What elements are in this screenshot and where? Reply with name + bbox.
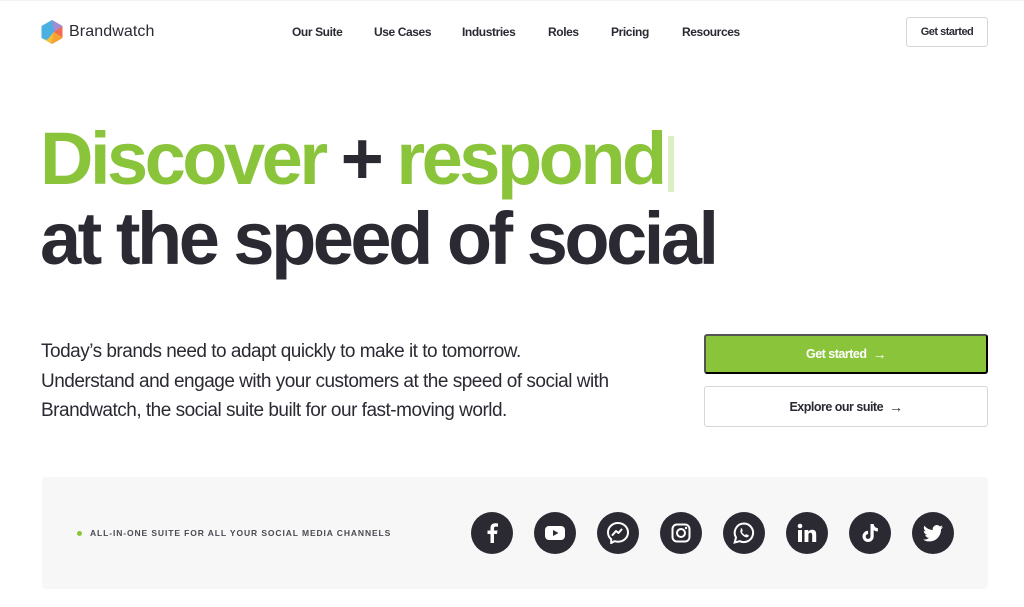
hero-get-started-button[interactable]: Get started →: [704, 334, 988, 374]
nav-item-industries[interactable]: Industries: [462, 25, 516, 39]
hero-description-line: Today’s brands need to adapt quickly to …: [41, 341, 521, 362]
typing-cursor: [667, 136, 674, 192]
twitter-icon[interactable]: [912, 512, 954, 554]
social-channels-panel: ALL-IN-ONE SUITE FOR ALL YOUR SOCIAL MED…: [42, 477, 988, 589]
hero-description-line: Brandwatch, the social suite built for o…: [41, 400, 507, 421]
nav-item-use-cases[interactable]: Use Cases: [374, 25, 432, 39]
arrow-right-icon: →: [889, 398, 903, 415]
site-header: Brandwatch Our Suite Use Cases Industrie…: [0, 1, 1024, 63]
explore-suite-button[interactable]: Explore our suite →: [704, 386, 988, 427]
channels-label-text: ALL-IN-ONE SUITE FOR ALL YOUR SOCIAL MED…: [90, 528, 392, 538]
whatsapp-icon[interactable]: [723, 512, 765, 554]
instagram-icon[interactable]: [660, 512, 702, 554]
linkedin-icon[interactable]: [786, 512, 828, 554]
nav-item-roles[interactable]: Roles: [548, 25, 579, 39]
headline-line-2: at the speed of social: [40, 197, 719, 280]
hero-description-line: Understand and engage with your customer…: [41, 370, 609, 392]
main-nav: Our Suite Use Cases Industries Roles Pri…: [0, 25, 1024, 41]
hero-headline: Discover + respond at the speed of socia…: [40, 119, 719, 280]
headline-discover: Discover: [40, 117, 328, 200]
green-dot-icon: [77, 530, 82, 536]
channels-label: ALL-IN-ONE SUITE FOR ALL YOUR SOCIAL MED…: [77, 528, 391, 538]
youtube-icon[interactable]: [534, 512, 576, 554]
nav-item-resources[interactable]: Resources: [682, 25, 740, 39]
arrow-right-icon: →: [872, 346, 887, 362]
headline-plus: +: [340, 117, 384, 200]
headline-respond: respond: [396, 117, 667, 200]
tiktok-icon[interactable]: [849, 512, 891, 554]
hero-description: Today’s brands need to adapt quickly to …: [41, 337, 661, 426]
nav-item-pricing[interactable]: Pricing: [611, 25, 649, 39]
messenger-icon[interactable]: [597, 512, 639, 554]
social-icon-row: [471, 512, 954, 554]
hero-get-started-label: Get started: [806, 347, 867, 361]
explore-suite-label: Explore our suite: [789, 399, 884, 414]
headline-line-1: Discover + respond: [40, 119, 716, 199]
nav-item-our-suite[interactable]: Our Suite: [292, 25, 343, 39]
facebook-icon[interactable]: [471, 512, 513, 554]
header-get-started-button[interactable]: Get started: [906, 17, 988, 47]
